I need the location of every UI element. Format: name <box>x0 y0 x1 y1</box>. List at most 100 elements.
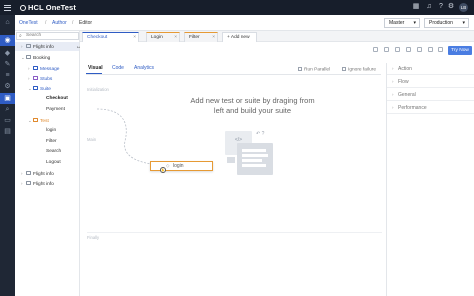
checkbox-box[interactable] <box>298 67 302 71</box>
close-icon[interactable]: × <box>174 33 177 42</box>
tree-item-flight-info[interactable]: › Flight info <box>15 42 79 51</box>
section-general[interactable]: › General <box>387 89 474 101</box>
menu-icon[interactable] <box>4 3 12 11</box>
plus-icon: + <box>227 35 230 40</box>
home-icon[interactable]: ⌂ <box>3 18 12 27</box>
suite-icon <box>33 86 38 90</box>
tree-item-label: Booking <box>33 56 51 61</box>
add-tab-button[interactable]: + Add new <box>222 32 257 42</box>
tab-code[interactable]: Code <box>112 65 124 71</box>
breadcrumb-author[interactable]: Author <box>52 20 67 26</box>
tree-item-stubs[interactable]: › Stubs <box>28 74 52 83</box>
section-label: Action <box>398 66 412 72</box>
branch-select[interactable]: Master ▾ <box>384 18 420 28</box>
tree-item-test[interactable]: ⌄ Test <box>28 116 49 125</box>
globe-icon[interactable]: ◉ <box>3 36 12 45</box>
environment-select[interactable]: Production ▾ <box>424 18 469 28</box>
tab-login[interactable]: Login × <box>146 32 180 42</box>
chat-illustration <box>227 157 235 163</box>
tree-item-payment[interactable]: Payment <box>46 105 65 114</box>
search-placeholder: Search <box>26 33 42 38</box>
tree-item-label: Payment <box>46 107 65 112</box>
tree-item-label: Suite <box>40 87 51 92</box>
asset-tree-panel: ⌕ Search › Flight info ⌄ Booking › Message … <box>15 31 80 296</box>
search-input[interactable]: ⌕ Search <box>16 32 79 40</box>
tree-item-search[interactable]: Search <box>46 147 61 156</box>
top-bar: HCL OneTest ▦ ♫ ? ⚙ LB <box>0 0 474 15</box>
undo-badge: ↶ ? <box>256 131 265 137</box>
record-icon[interactable] <box>373 47 378 52</box>
app-logo[interactable]: HCL OneTest <box>20 3 76 12</box>
layers-icon[interactable]: ≡ <box>3 71 12 80</box>
close-icon[interactable]: × <box>212 33 215 42</box>
more-icon[interactable] <box>438 47 443 52</box>
copy-icon[interactable] <box>384 47 389 52</box>
code-icon[interactable]: ▣ <box>3 94 12 103</box>
breadcrumb: OneTest / Author / Editor Master ▾ Produ… <box>15 15 474 31</box>
divider <box>86 74 381 75</box>
tab-filter[interactable]: Filter × <box>184 32 218 42</box>
bell-icon[interactable]: ♫ <box>425 3 433 11</box>
tree-item-label: Flight info <box>33 182 54 187</box>
run-parallel-checkbox[interactable]: Run Parallel <box>298 67 330 73</box>
tree-item-login[interactable]: login <box>46 126 56 135</box>
checkbox-box[interactable] <box>342 67 346 71</box>
tab-checkout[interactable]: Checkout × <box>82 32 139 42</box>
clipboard-icon[interactable]: ▤ <box>3 127 12 136</box>
tab-analytics[interactable]: Analytics <box>134 65 154 71</box>
ignore-failure-checkbox[interactable]: Ignore failure <box>342 67 376 73</box>
layout-icon[interactable] <box>417 47 422 52</box>
tree-item-flight-info-2[interactable]: › Flight info <box>21 169 54 178</box>
empty-state-hint: Add new test or suite by draging from le… <box>190 96 315 115</box>
close-icon[interactable]: × <box>133 33 136 42</box>
folder-icon <box>26 181 31 185</box>
settings-icon[interactable]: ⚙ <box>447 3 455 11</box>
run-parallel-label: Run Parallel <box>304 67 331 73</box>
chevron-down-icon: ▾ <box>462 20 465 26</box>
drag-handle-icon: ◇ <box>166 163 170 168</box>
try-now-button[interactable]: Try Now <box>448 46 472 55</box>
grid-icon[interactable]: ▦ <box>412 3 420 11</box>
tag-icon[interactable]: ◆ <box>3 49 12 58</box>
search-icon[interactable]: ⌕ <box>3 105 12 114</box>
tab-label: Add new <box>230 35 250 40</box>
zone-divider <box>87 232 382 233</box>
monitor-icon[interactable]: ▭ <box>3 116 12 125</box>
folder-icon <box>26 171 31 175</box>
view-icon[interactable] <box>406 47 411 52</box>
breadcrumb-separator: / <box>45 20 47 26</box>
wrench-icon[interactable]: ✎ <box>3 60 12 69</box>
properties-panel: › Action › Flow › General › Performance <box>386 63 474 296</box>
app-logo-text: HCL OneTest <box>28 3 76 12</box>
tree-item-message[interactable]: › Message <box>28 64 59 73</box>
tab-visual[interactable]: Visual <box>88 65 103 71</box>
environment-select-value: Production <box>429 20 453 26</box>
help-icon[interactable]: ? <box>437 3 445 11</box>
breadcrumb-onetest[interactable]: OneTest <box>19 20 38 26</box>
settings-icon[interactable] <box>428 47 433 52</box>
breadcrumb-separator: / <box>72 20 74 26</box>
section-performance[interactable]: › Performance <box>387 102 474 114</box>
section-flow[interactable]: › Flow <box>387 76 474 88</box>
gear-icon[interactable]: ⚙ <box>3 82 12 91</box>
tree-item-logout[interactable]: Logout <box>46 158 61 167</box>
breadcrumb-editor: Editor <box>79 20 93 26</box>
chevron-right-icon: › <box>392 66 394 71</box>
tree-item-label: Filter <box>46 139 57 144</box>
tree-item-flight-info-3[interactable]: › Flight info <box>21 179 54 188</box>
tree-item-suite[interactable]: ⌄ Suite <box>28 84 51 93</box>
tree-item-checkout[interactable]: Checkout <box>46 94 68 103</box>
tree-item-filter[interactable]: Filter <box>46 137 57 146</box>
tree-item-booking[interactable]: ⌄ Booking <box>21 53 50 62</box>
avatar[interactable]: LB <box>459 3 468 12</box>
hand-cursor-icon: ✋ <box>160 167 166 173</box>
paste-icon[interactable] <box>395 47 400 52</box>
tree-item-label: Message <box>40 67 60 72</box>
left-rail: ⌂ ◉ ◆ ✎ ≡ ⚙ ▣ ⌕ ▭ ▤ <box>0 15 15 296</box>
tree-item-label: Flight info <box>33 45 54 50</box>
tree-item-label: Logout <box>46 160 61 165</box>
section-action[interactable]: › Action <box>387 63 474 75</box>
editor-tabs: Checkout × Login × Filter × + Add new <box>80 31 474 42</box>
chevron-right-icon: › <box>392 92 394 97</box>
section-label: Performance <box>398 105 427 111</box>
